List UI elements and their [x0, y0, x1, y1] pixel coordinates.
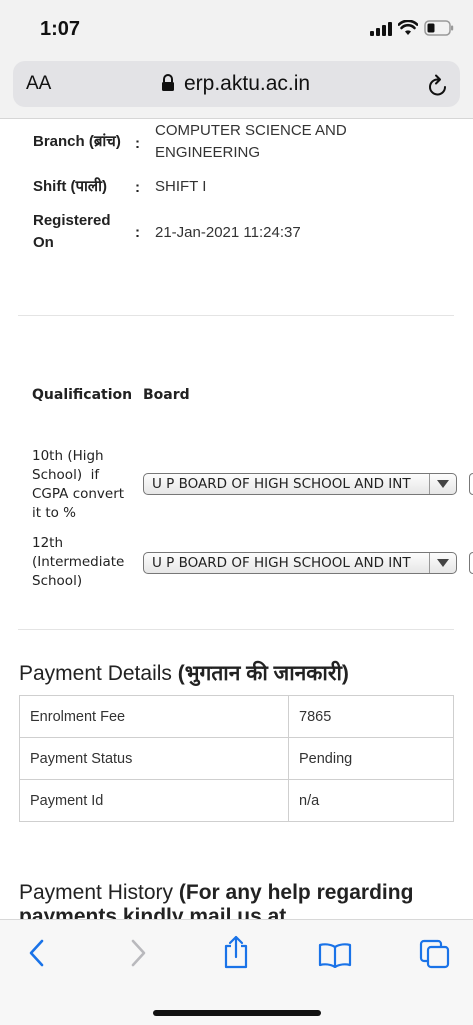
- reload-icon[interactable]: [427, 73, 449, 97]
- table-cell-value: Pending: [288, 737, 454, 780]
- registered-value: 21-Jan-2021 11:24:37: [155, 224, 301, 241]
- battery-icon: [424, 20, 454, 36]
- table-cell-label: Payment Status: [19, 737, 289, 780]
- table-row: Enrolment Fee 7865: [19, 695, 454, 738]
- branch-value-line-1: COMPUTER SCIENCE AND: [155, 122, 347, 139]
- qualification-10th: 10th (High School) if CGPA convert it to…: [32, 447, 137, 523]
- url-field[interactable]: AA erp.aktu.ac.in: [13, 61, 460, 107]
- payment-details-title: Payment Details (भुगतान की जानकारी): [19, 659, 349, 687]
- table-row: Payment Status Pending: [19, 737, 454, 780]
- cellular-signal-icon: [370, 22, 392, 36]
- chevron-down-icon: [429, 474, 456, 494]
- board-select-10th[interactable]: U P BOARD OF HIGH SCHOOL AND INT: [143, 473, 457, 495]
- colon: :: [135, 179, 140, 196]
- status-bar: 1:07: [0, 0, 473, 56]
- branch-label: Branch (ब्रांच): [33, 133, 121, 150]
- table-cell-label: Enrolment Fee: [19, 695, 289, 738]
- lock-icon: [162, 74, 174, 91]
- payment-details-table: Enrolment Fee 7865 Payment Status Pendin…: [19, 695, 454, 822]
- payment-history-title-text: Payment History: [19, 881, 179, 904]
- qualification-line: (Intermediate: [32, 554, 125, 570]
- cutoff-field[interactable]: [469, 473, 473, 495]
- qualification-12th: 12th (Intermediate School): [32, 534, 137, 591]
- qualification-line: School) if: [32, 467, 100, 483]
- payment-details-title-hindi: (भुगतान की जानकारी): [177, 662, 349, 685]
- status-time: 1:07: [40, 18, 81, 40]
- table-cell-value: 7865: [288, 695, 454, 738]
- tabs-icon[interactable]: [419, 939, 451, 969]
- shift-value: SHIFT I: [155, 178, 207, 195]
- cutoff-field[interactable]: [469, 552, 473, 574]
- branch-value-line-2: ENGINEERING: [155, 144, 261, 161]
- registered-label-line-2: On: [33, 234, 54, 251]
- home-indicator: [153, 1010, 321, 1016]
- table-row: Payment Id n/a: [19, 779, 454, 822]
- payment-details-title-text: Payment Details: [19, 662, 178, 685]
- table-cell-label: Payment Id: [19, 779, 289, 822]
- board-header: Board: [143, 387, 190, 403]
- wifi-icon: [398, 20, 418, 35]
- board-select-value: U P BOARD OF HIGH SCHOOL AND INT: [152, 555, 411, 571]
- payment-history-title-note: (For any help regarding: [178, 881, 414, 904]
- chevron-down-icon: [429, 553, 456, 573]
- back-icon[interactable]: [27, 938, 47, 968]
- table-cell-value: n/a: [288, 779, 454, 822]
- colon: :: [135, 224, 140, 241]
- qualification-line: it to %: [32, 505, 77, 521]
- registered-label-line-1: Registered: [33, 212, 111, 229]
- colon: :: [135, 135, 140, 152]
- payment-history-title-line-2: payments kindly mail us at: [19, 905, 287, 919]
- browser-toolbar: [0, 919, 473, 1025]
- url-text[interactable]: erp.aktu.ac.in: [184, 72, 310, 96]
- qualification-header: Qualification: [32, 387, 133, 403]
- forward-icon[interactable]: [128, 938, 148, 968]
- reader-settings-button[interactable]: AA: [26, 73, 51, 95]
- address-bar: AA erp.aktu.ac.in: [0, 56, 473, 119]
- share-icon[interactable]: [222, 935, 250, 969]
- qualification-line: CGPA convert: [32, 486, 125, 502]
- board-select-value: U P BOARD OF HIGH SCHOOL AND INT: [152, 476, 411, 492]
- payment-history-title: Payment History (For any help regarding: [19, 881, 413, 905]
- shift-label: Shift (पाली): [33, 178, 107, 195]
- page-content: Branch (ब्रांच) : COMPUTER SCIENCE AND E…: [0, 119, 473, 919]
- bookmarks-icon[interactable]: [318, 942, 352, 968]
- divider: [18, 629, 454, 630]
- board-select-12th[interactable]: U P BOARD OF HIGH SCHOOL AND INT: [143, 552, 457, 574]
- qualification-line: 12th: [32, 535, 64, 551]
- qualification-line: 10th (High: [32, 448, 104, 464]
- divider: [18, 315, 454, 316]
- qualification-line: School): [32, 573, 83, 589]
